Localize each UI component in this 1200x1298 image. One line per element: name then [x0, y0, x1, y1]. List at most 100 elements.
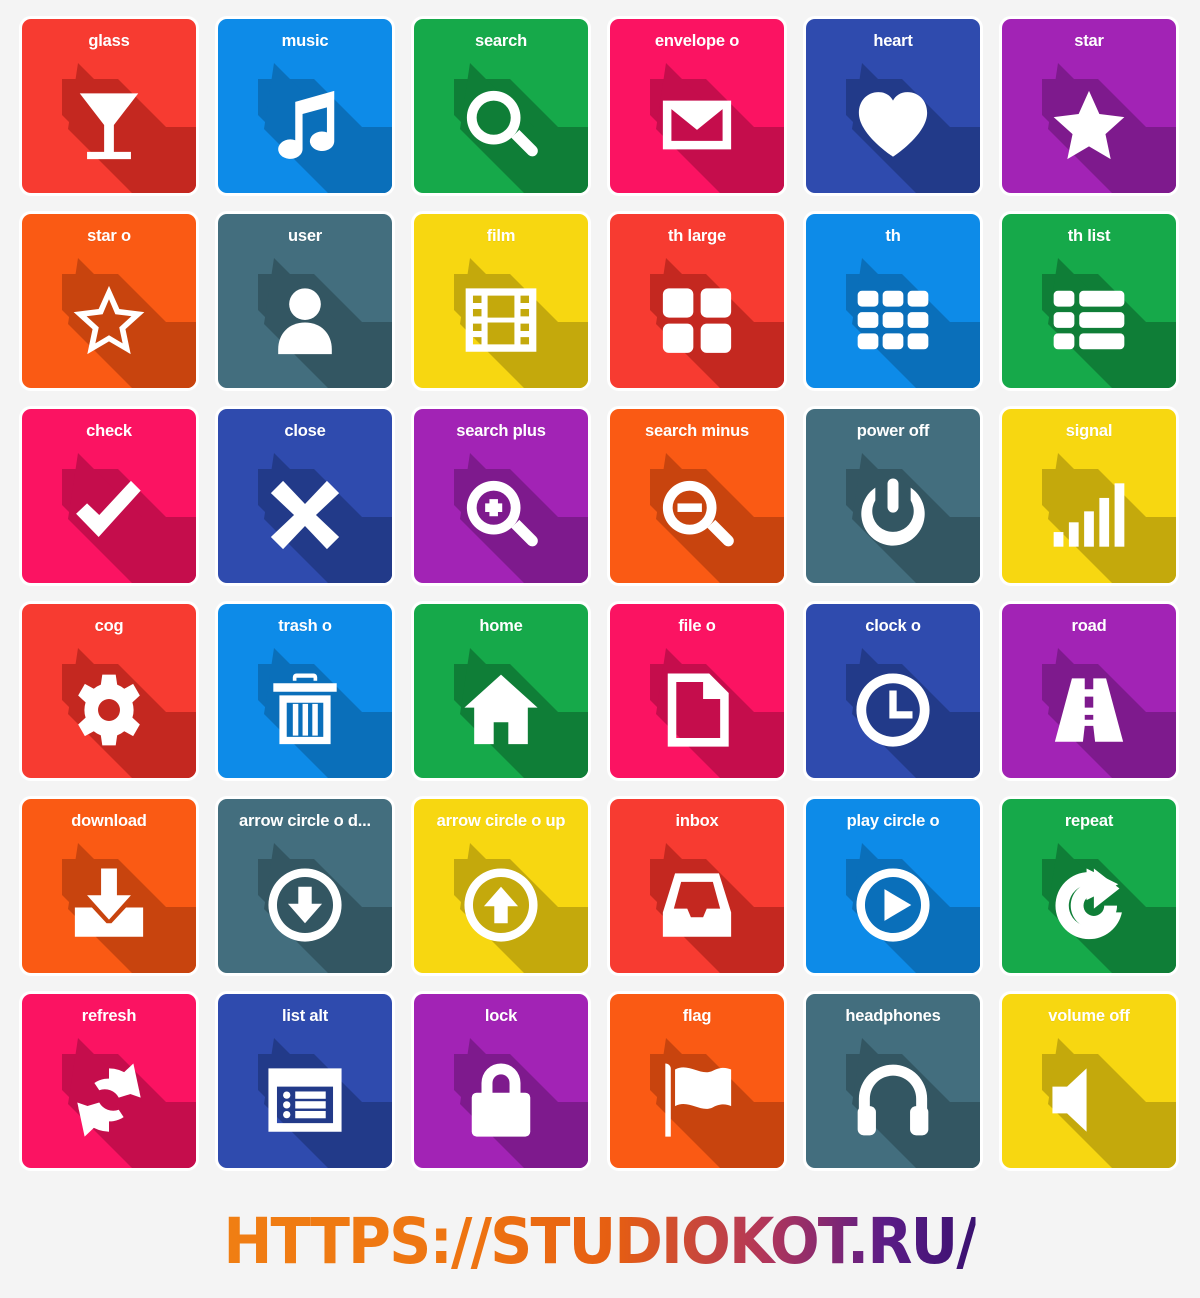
road-icon — [1002, 646, 1176, 774]
cog-icon — [22, 646, 196, 774]
icon-tile-label: film — [486, 227, 516, 245]
icon-tile-star-o[interactable]: star o — [22, 214, 196, 388]
footer: HTTPS://STUDIOKOT.RU/ — [0, 1196, 1200, 1286]
headphones-icon — [806, 1036, 980, 1164]
envelope-open-icon — [610, 61, 784, 189]
icon-tile-close[interactable]: close — [218, 409, 392, 583]
icon-tile-envelope-o[interactable]: envelope o — [610, 19, 784, 193]
icon-tile-label: refresh — [81, 1007, 137, 1025]
inbox-icon — [610, 841, 784, 969]
icon-tile-lock[interactable]: lock — [414, 994, 588, 1168]
trash-icon — [218, 646, 392, 774]
th-icon — [806, 256, 980, 384]
icon-tile-refresh[interactable]: refresh — [22, 994, 196, 1168]
file-icon — [610, 646, 784, 774]
icon-tile-label: glass — [88, 32, 130, 50]
icon-tile-label: arrow circle o up — [436, 812, 566, 830]
icon-tile-power-off[interactable]: power off — [806, 409, 980, 583]
icon-tile-label: clock o — [865, 617, 921, 635]
icon-tile-user[interactable]: user — [218, 214, 392, 388]
icon-tile-label: star o — [87, 227, 131, 245]
icon-tile-flag[interactable]: flag — [610, 994, 784, 1168]
icon-tile-label: power off — [856, 422, 930, 440]
icon-tile-label: download — [71, 812, 147, 830]
repeat-icon — [1002, 841, 1176, 969]
icon-tile-label: envelope o — [654, 32, 740, 50]
icon-tile-label: search minus — [645, 422, 749, 440]
icon-tile-star[interactable]: star — [1002, 19, 1176, 193]
icon-tile-label: music — [281, 32, 329, 50]
icon-showcase-page: glass music search envelope o heart star star … — [0, 0, 1200, 1298]
star-outline-icon — [22, 256, 196, 384]
play-circle-icon — [806, 841, 980, 969]
icon-tile-label: trash o — [278, 617, 332, 635]
icon-tile-cog[interactable]: cog — [22, 604, 196, 778]
th-large-icon — [610, 256, 784, 384]
icon-tile-inbox[interactable]: inbox — [610, 799, 784, 973]
site-url[interactable]: HTTPS://STUDIOKOT.RU/ — [224, 1205, 978, 1278]
icon-tile-list-alt[interactable]: list alt — [218, 994, 392, 1168]
check-icon — [22, 451, 196, 579]
icon-tile-road[interactable]: road — [1002, 604, 1176, 778]
icon-tile-repeat[interactable]: repeat — [1002, 799, 1176, 973]
icon-tile-label: th large — [668, 227, 726, 245]
icon-tile-check[interactable]: check — [22, 409, 196, 583]
icon-tile-label: home — [479, 617, 523, 635]
icon-tile-clock-o[interactable]: clock o — [806, 604, 980, 778]
icon-tile-label: star — [1074, 32, 1104, 50]
icon-tile-search-minus[interactable]: search minus — [610, 409, 784, 583]
icon-tile-label: repeat — [1064, 812, 1114, 830]
search-minus-icon — [610, 451, 784, 579]
star-icon — [1002, 61, 1176, 189]
icon-tile-trash-o[interactable]: trash o — [218, 604, 392, 778]
icon-tile-label: heart — [873, 32, 913, 50]
icon-tile-play-circle-o[interactable]: play circle o — [806, 799, 980, 973]
icon-tile-label: lock — [484, 1007, 518, 1025]
icon-tile-label: search — [474, 32, 527, 50]
power-off-icon — [806, 451, 980, 579]
glass-icon — [22, 61, 196, 189]
heart-icon — [806, 61, 980, 189]
icon-tile-label: th list — [1067, 227, 1111, 245]
icon-tile-th-list[interactable]: th list — [1002, 214, 1176, 388]
icon-tile-arrow-circle-o-up[interactable]: arrow circle o up — [414, 799, 588, 973]
icon-tile-label: volume off — [1048, 1007, 1130, 1025]
icon-tile-arrow-circle-o-d[interactable]: arrow circle o d... — [218, 799, 392, 973]
icon-tile-signal[interactable]: signal — [1002, 409, 1176, 583]
icon-tile-label: road — [1071, 617, 1107, 635]
signal-icon — [1002, 451, 1176, 579]
lock-icon — [414, 1036, 588, 1164]
icon-tile-label: th — [885, 227, 901, 245]
icon-tile-file-o[interactable]: file o — [610, 604, 784, 778]
icon-tile-label: headphones — [845, 1007, 941, 1025]
icon-tile-home[interactable]: home — [414, 604, 588, 778]
home-icon — [414, 646, 588, 774]
icon-tile-heart[interactable]: heart — [806, 19, 980, 193]
close-icon — [218, 451, 392, 579]
icon-tile-music[interactable]: music — [218, 19, 392, 193]
list-alt-icon — [218, 1036, 392, 1164]
icon-grid: glass music search envelope o heart star star … — [22, 19, 1178, 1168]
icon-tile-label: close — [284, 422, 326, 440]
th-list-icon — [1002, 256, 1176, 384]
icon-tile-label: file o — [678, 617, 716, 635]
icon-tile-label: search plus — [456, 422, 546, 440]
search-plus-icon — [414, 451, 588, 579]
icon-tile-glass[interactable]: glass — [22, 19, 196, 193]
icon-tile-download[interactable]: download — [22, 799, 196, 973]
icon-tile-th[interactable]: th — [806, 214, 980, 388]
arrow-circle-up-icon — [414, 841, 588, 969]
icon-tile-film[interactable]: film — [414, 214, 588, 388]
icon-tile-search[interactable]: search — [414, 19, 588, 193]
icon-tile-label: check — [86, 422, 132, 440]
arrow-circle-down-icon — [218, 841, 392, 969]
icon-tile-th-large[interactable]: th large — [610, 214, 784, 388]
icon-tile-label: user — [287, 227, 323, 245]
icon-tile-search-plus[interactable]: search plus — [414, 409, 588, 583]
icon-tile-label: list alt — [281, 1007, 329, 1025]
icon-tile-label: inbox — [675, 812, 719, 830]
icon-tile-label: cog — [94, 617, 124, 635]
user-icon — [218, 256, 392, 384]
icon-tile-volume-off[interactable]: volume off — [1002, 994, 1176, 1168]
icon-tile-headphones[interactable]: headphones — [806, 994, 980, 1168]
